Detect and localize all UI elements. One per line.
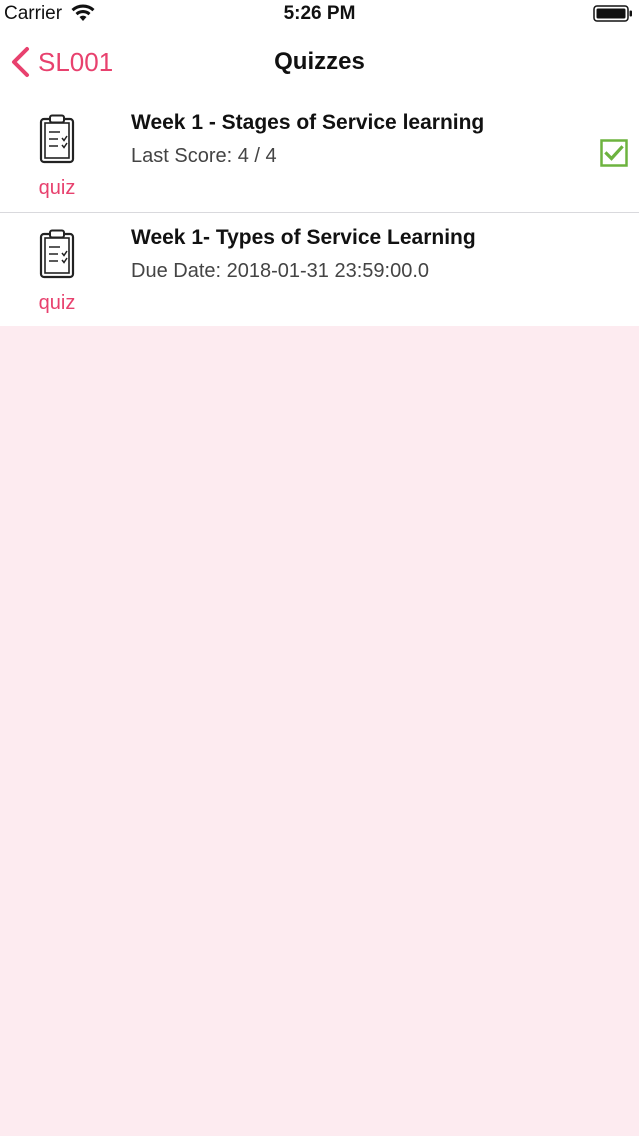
quiz-row[interactable]: quiz Week 1 - Stages of Service learning… — [0, 98, 639, 213]
checkbox-checked-icon — [600, 139, 628, 167]
quiz-type-label: quiz — [38, 177, 76, 199]
quiz-title: Week 1 - Stages of Service learning — [131, 111, 485, 134]
battery-icon — [593, 5, 632, 22]
navigation-bar: SL001 Quizzes — [0, 28, 639, 98]
status-bar: Carrier 5:26 PM — [0, 0, 639, 28]
quiz-list: quiz Week 1 - Stages of Service learning… — [0, 98, 639, 328]
quiz-row[interactable]: quiz Week 1- Types of Service Learning D… — [0, 213, 639, 328]
quiz-type-label: quiz — [38, 292, 76, 314]
quiz-due-date: Due Date: 2018-01-31 23:59:00.0 — [131, 260, 429, 282]
clipboard-icon — [39, 229, 75, 279]
empty-content-area — [0, 326, 639, 1136]
quiz-title: Week 1- Types of Service Learning — [131, 226, 476, 249]
clipboard-icon — [39, 114, 75, 164]
quiz-last-score: Last Score: 4 / 4 — [131, 145, 277, 167]
page-title: Quizzes — [274, 48, 365, 75]
status-time: 5:26 PM — [283, 3, 356, 24]
